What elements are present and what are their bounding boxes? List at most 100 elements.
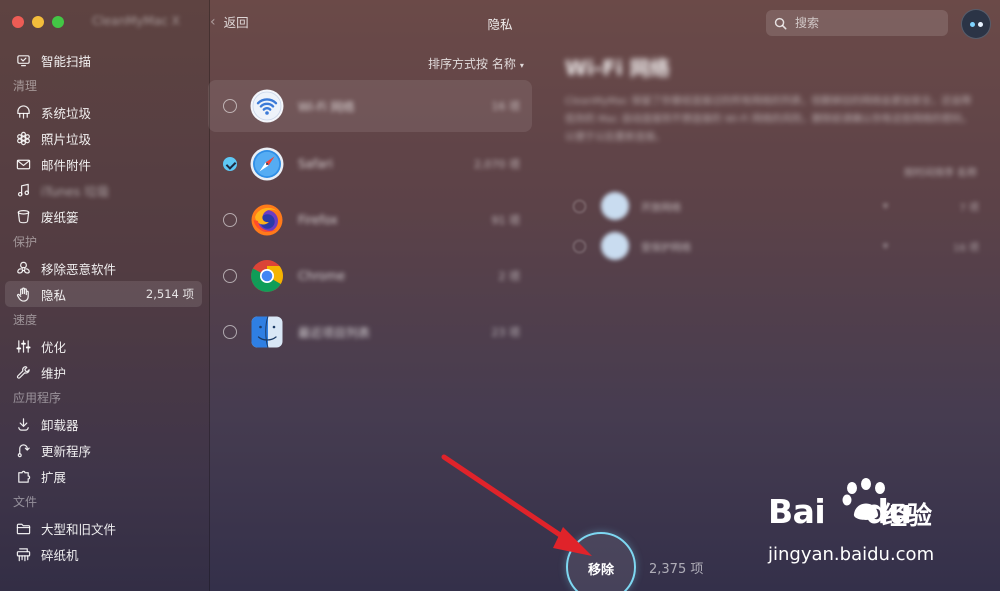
detail-item-count: 16 项 bbox=[953, 242, 979, 254]
detail-description: CleanMyMac 保留了你曾经连接过的所有网络的列表，但删掉旧的网络会更加安… bbox=[565, 96, 972, 143]
chevron-down-icon: ▾ bbox=[519, 61, 524, 70]
sidebar-item-label: 扩展 bbox=[41, 469, 67, 485]
wifi-icon bbox=[250, 89, 284, 123]
detail-panel: Wi-Fi 网络 CleanMyMac 保留了你曾经连接过的所有网络的列表，但删… bbox=[565, 52, 985, 260]
sidebar-item-label: 碎纸机 bbox=[41, 547, 79, 563]
sidebar-item-label: 照片垃圾 bbox=[41, 131, 92, 147]
sidebar-item[interactable]: 隐私 2,514 项 bbox=[5, 281, 202, 307]
sidebar-item[interactable]: 更新程序 bbox=[0, 437, 210, 463]
list-item-count: 23 项 bbox=[491, 326, 521, 339]
sidebar-item[interactable]: 碎纸机 bbox=[0, 541, 210, 567]
updater-icon bbox=[14, 442, 32, 458]
list-item[interactable]: Firefox 91 项 bbox=[208, 192, 532, 248]
mail-icon bbox=[14, 156, 32, 172]
sidebar-item[interactable]: 系统垃圾 bbox=[0, 99, 210, 125]
music-icon bbox=[14, 182, 32, 198]
remove-count: 2,375 项 bbox=[649, 562, 704, 577]
sliders-icon bbox=[14, 338, 32, 354]
list-item-name: Wi-Fi 网络 bbox=[298, 99, 355, 114]
checkbox[interactable] bbox=[223, 213, 237, 227]
sidebar-item-label: 优化 bbox=[41, 339, 67, 355]
sidebar-item-label: 维护 bbox=[41, 365, 67, 381]
wrench-icon bbox=[14, 364, 32, 380]
list-item-count: 2 项 bbox=[498, 270, 521, 283]
sidebar-item[interactable]: 智能扫描 bbox=[0, 47, 210, 73]
sidebar-item-label: 废纸篓 bbox=[41, 209, 79, 225]
sidebar-item-label: iTunes 垃圾 bbox=[41, 183, 110, 199]
sidebar-section-label: 文件 bbox=[13, 495, 38, 509]
sidebar-item[interactable]: 扩展 bbox=[0, 463, 210, 489]
sidebar-item[interactable]: 邮件附件 bbox=[0, 151, 210, 177]
sidebar-item-count: 2,514 项 bbox=[145, 287, 194, 301]
sidebar: CleanMyMac X 智能扫描 清理 系统垃圾 照片垃圾 邮件附件 iTunes 垃圾… bbox=[0, 0, 210, 591]
sidebar-item[interactable]: 大型和旧文件 bbox=[0, 515, 210, 541]
checkbox-checked[interactable] bbox=[223, 157, 237, 171]
sidebar-item-label: 系统垃圾 bbox=[41, 105, 92, 121]
detail-sort-dropdown[interactable]: 按时间排序 名称 bbox=[904, 164, 977, 179]
safari-icon bbox=[250, 147, 284, 181]
privacy-item-list: Wi-Fi 网络 16 项 Safari 2,070 项 Firefox 91 项 Chro… bbox=[208, 80, 532, 360]
list-item-count: 2,070 项 bbox=[474, 158, 520, 171]
search-icon bbox=[774, 17, 787, 29]
network-icon bbox=[601, 232, 629, 260]
photo-junk-icon bbox=[14, 130, 32, 146]
baidu-jingyan-watermark: Bai du 经验 jingyan.baidu.com bbox=[768, 478, 990, 570]
chrome-icon bbox=[250, 259, 284, 293]
sidebar-item[interactable]: 移除恶意软件 bbox=[0, 255, 210, 281]
detail-item-name: 受保护网络 bbox=[641, 242, 691, 254]
list-item[interactable]: Wi-Fi 网络 16 项 bbox=[208, 80, 532, 132]
detail-list-item[interactable]: 受保护网络 ▾ 16 项 bbox=[573, 231, 983, 261]
extensions-icon bbox=[14, 468, 32, 484]
chevron-down-icon[interactable]: ▾ bbox=[883, 201, 888, 212]
list-item-name: Chrome bbox=[298, 269, 346, 283]
sidebar-item-label: 移除恶意软件 bbox=[41, 261, 117, 277]
sidebar-item-label: 更新程序 bbox=[41, 443, 92, 459]
sidebar-section-label: 保护 bbox=[13, 235, 38, 249]
smart-scan-icon bbox=[14, 52, 32, 68]
sidebar-section-label: 清理 bbox=[13, 79, 38, 93]
watermark-url: jingyan.baidu.com bbox=[768, 544, 935, 565]
sort-dropdown[interactable]: 排序方式按 名称 ▾ bbox=[428, 55, 524, 72]
list-item[interactable]: Safari 2,070 项 bbox=[208, 136, 532, 192]
detail-list-item[interactable]: 开放网络 ▾ 7 项 bbox=[573, 191, 983, 221]
sidebar-item[interactable]: iTunes 垃圾 bbox=[0, 177, 210, 203]
sidebar-item-label: 隐私 bbox=[41, 287, 67, 303]
search-input[interactable] bbox=[795, 16, 935, 30]
sidebar-nav: 智能扫描 清理 系统垃圾 照片垃圾 邮件附件 iTunes 垃圾 废纸篓 保护 移除恶意软件 隐私… bbox=[0, 47, 210, 567]
sidebar-item[interactable]: 维护 bbox=[0, 359, 210, 385]
checkbox[interactable] bbox=[223, 99, 237, 113]
sidebar-item[interactable]: 卸载器 bbox=[0, 411, 210, 437]
assistant-button[interactable] bbox=[961, 9, 991, 39]
system-junk-icon bbox=[14, 104, 32, 120]
chevron-down-icon[interactable]: ▾ bbox=[883, 241, 888, 252]
sidebar-item-label: 邮件附件 bbox=[41, 157, 92, 173]
assistant-dot-icon bbox=[969, 21, 975, 27]
watermark-jingyan: 经验 bbox=[882, 501, 933, 530]
sidebar-item-label: 智能扫描 bbox=[41, 53, 92, 69]
biohazard-icon bbox=[14, 260, 32, 276]
uninstaller-icon bbox=[14, 416, 32, 432]
checkbox[interactable] bbox=[573, 199, 586, 213]
detail-item-count: 7 项 bbox=[959, 202, 979, 214]
sidebar-item[interactable]: 废纸篓 bbox=[0, 203, 210, 229]
list-item-name: Firefox bbox=[298, 213, 338, 227]
search-box[interactable] bbox=[766, 10, 948, 36]
checkbox[interactable] bbox=[573, 239, 586, 253]
hand-icon bbox=[14, 286, 32, 302]
sidebar-item[interactable]: 照片垃圾 bbox=[0, 125, 210, 151]
sort-label: 排序方式按 名称 bbox=[428, 57, 516, 71]
sidebar-item-label: 大型和旧文件 bbox=[41, 521, 117, 537]
assistant-dot-icon bbox=[977, 21, 983, 27]
list-item-name: 最近项目列表 bbox=[298, 325, 371, 340]
sidebar-section-label: 速度 bbox=[13, 313, 38, 327]
list-item-count: 16 项 bbox=[491, 100, 521, 113]
detail-item-name: 开放网络 bbox=[641, 202, 681, 214]
remove-button[interactable]: 移除 bbox=[566, 532, 636, 591]
list-item[interactable]: 最近项目列表 23 项 bbox=[208, 304, 532, 360]
sidebar-item-label: 卸载器 bbox=[41, 417, 79, 433]
sidebar-section-label: 应用程序 bbox=[13, 391, 62, 405]
checkbox[interactable] bbox=[223, 269, 237, 283]
sidebar-item[interactable]: 优化 bbox=[0, 333, 210, 359]
checkbox[interactable] bbox=[223, 325, 237, 339]
list-item[interactable]: Chrome 2 项 bbox=[208, 248, 532, 304]
